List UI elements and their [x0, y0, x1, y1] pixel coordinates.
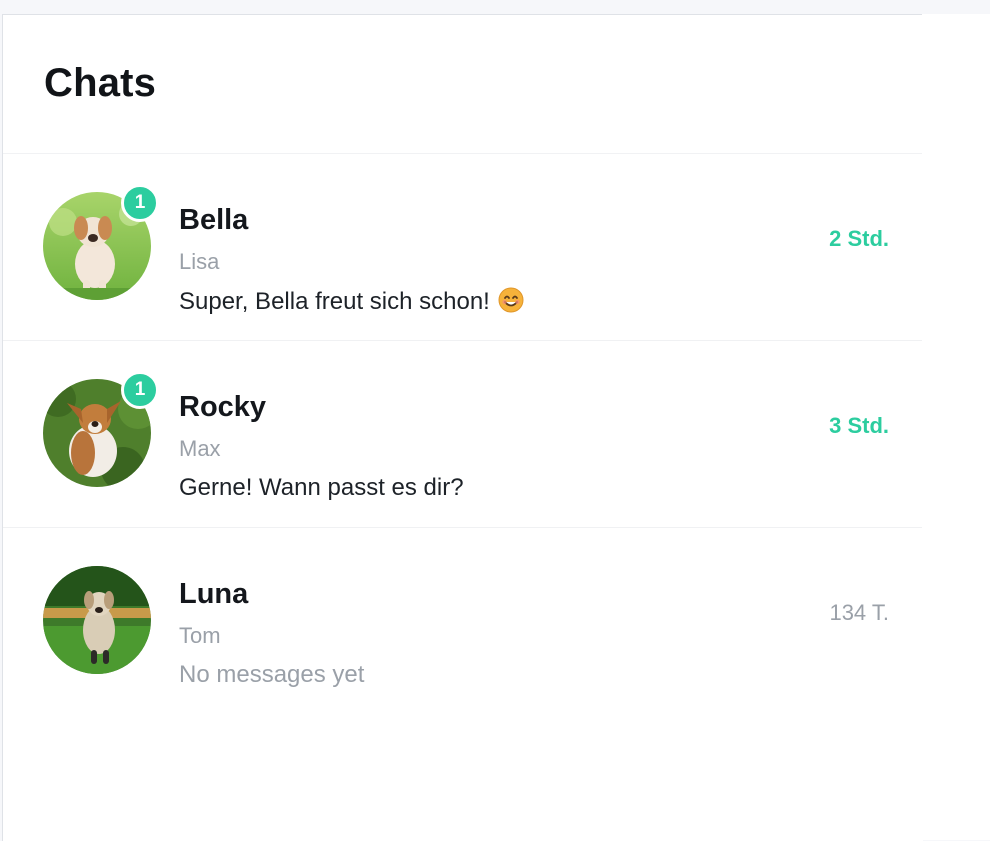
chat-item-bella[interactable]: 1 Bella Lisa Super, Bella freut sich sch… — [3, 154, 923, 341]
chat-owner: Lisa — [179, 249, 220, 274]
smiling-face-icon — [498, 287, 524, 313]
chats-panel: Chats 1 Bella Lisa Super, Bella freut si… — [2, 14, 923, 841]
chat-owner: Max — [179, 436, 221, 461]
page-title: Chats — [44, 61, 157, 105]
last-message-text: Super, Bella freut sich schon! — [179, 288, 490, 315]
chat-item-rocky[interactable]: 1 Rocky Max Gerne! Wann passt es dir? 3 … — [3, 341, 923, 528]
chat-name: Luna — [179, 578, 249, 610]
dog-avatar-luna — [43, 566, 151, 674]
chat-timestamp: 2 Std. — [829, 226, 889, 251]
chat-name: Rocky — [179, 391, 267, 423]
last-message: Gerne! Wann passt es dir? — [179, 474, 464, 501]
chat-timestamp: 134 T. — [829, 600, 889, 625]
last-message: Super, Bella freut sich schon! — [179, 287, 524, 316]
unread-badge: 1 — [121, 371, 159, 409]
right-pane — [922, 14, 990, 840]
chat-name: Bella — [179, 204, 249, 236]
chat-list: 1 Bella Lisa Super, Bella freut sich sch… — [3, 154, 923, 714]
chat-item-luna[interactable]: Luna Tom No messages yet 134 T. — [3, 528, 923, 714]
unread-badge: 1 — [121, 184, 159, 222]
last-message: No messages yet — [179, 661, 365, 688]
chat-timestamp: 3 Std. — [829, 413, 889, 438]
chat-owner: Tom — [179, 623, 221, 648]
